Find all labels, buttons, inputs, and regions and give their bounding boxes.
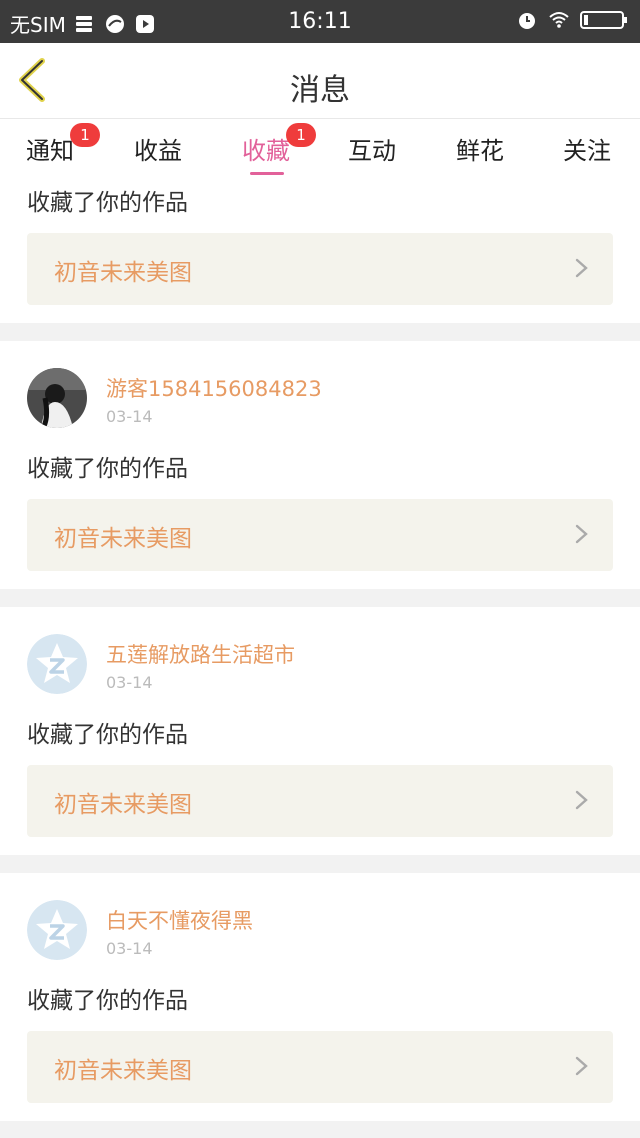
- timestamp: 03-14: [106, 407, 153, 426]
- tab-label: 收藏: [242, 137, 290, 165]
- work-link[interactable]: 初音未来美图: [27, 499, 613, 571]
- status-right: [516, 9, 628, 31]
- tab-label: 关注: [563, 137, 611, 165]
- tab-bar: 通知 1 收益 收藏 1 互动 鲜花 关注: [0, 119, 640, 183]
- avatar[interactable]: [27, 900, 87, 960]
- username[interactable]: 白天不懂夜得黑: [106, 905, 253, 935]
- work-title: 初音未来美图: [54, 260, 192, 286]
- active-tab-indicator: [250, 172, 284, 175]
- chevron-right-icon: [575, 258, 588, 278]
- default-avatar-icon: [27, 900, 87, 960]
- chevron-right-icon: [575, 790, 588, 810]
- tab-interactions[interactable]: 互动: [348, 131, 396, 166]
- tab-earnings[interactable]: 收益: [134, 131, 182, 166]
- work-title: 初音未来美图: [54, 1058, 192, 1084]
- tab-follows[interactable]: 关注: [563, 131, 611, 166]
- action-text: 收藏了你的作品: [27, 722, 188, 748]
- message-card: 收藏了你的作品 初音未来美图: [0, 183, 640, 323]
- chevron-right-icon: [575, 1056, 588, 1076]
- username[interactable]: 游客1584156084823: [106, 373, 322, 403]
- message-feed[interactable]: 收藏了你的作品 初音未来美图 游客1584156084823 03-14 收藏了…: [0, 183, 640, 1138]
- default-avatar-icon: [27, 634, 87, 694]
- unread-badge: 1: [70, 123, 100, 147]
- work-link[interactable]: 初音未来美图: [27, 233, 613, 305]
- timestamp: 03-14: [106, 939, 153, 958]
- work-title: 初音未来美图: [54, 526, 192, 552]
- work-title: 初音未来美图: [54, 792, 192, 818]
- action-text: 收藏了你的作品: [27, 456, 188, 482]
- tab-flowers[interactable]: 鲜花: [456, 131, 504, 166]
- tab-label: 鲜花: [456, 137, 504, 165]
- username[interactable]: 五莲解放路生活超市: [106, 639, 295, 669]
- page-title: 消息: [290, 73, 350, 108]
- status-bar: 无SIM 16:11: [0, 0, 640, 43]
- chevron-right-icon: [575, 524, 588, 544]
- alarm-icon: [519, 13, 535, 29]
- work-link[interactable]: 初音未来美图: [27, 1031, 613, 1103]
- unread-badge: 1: [286, 123, 316, 147]
- avatar[interactable]: [27, 634, 87, 694]
- battery-icon: [580, 11, 627, 29]
- work-link[interactable]: 初音未来美图: [27, 765, 613, 837]
- message-card: 五莲解放路生活超市 03-14 收藏了你的作品 初音未来美图: [0, 607, 640, 855]
- nav-bar: 消息: [0, 43, 640, 119]
- message-card: 游客1584156084823 03-14 收藏了你的作品 初音未来美图: [0, 341, 640, 589]
- tab-notifications[interactable]: 通知 1: [26, 123, 100, 166]
- action-text: 收藏了你的作品: [27, 988, 188, 1014]
- tab-label: 互动: [348, 137, 396, 165]
- tab-label: 收益: [134, 137, 182, 165]
- wifi-icon: [549, 12, 569, 28]
- tab-favorites[interactable]: 收藏 1: [242, 123, 316, 166]
- message-card: 白天不懂夜得黑 03-14 收藏了你的作品 初音未来美图: [0, 873, 640, 1121]
- action-text: 收藏了你的作品: [27, 190, 188, 216]
- avatar[interactable]: [27, 368, 87, 428]
- timestamp: 03-14: [106, 673, 153, 692]
- user-photo-icon: [27, 368, 87, 428]
- tab-label: 通知: [26, 137, 74, 165]
